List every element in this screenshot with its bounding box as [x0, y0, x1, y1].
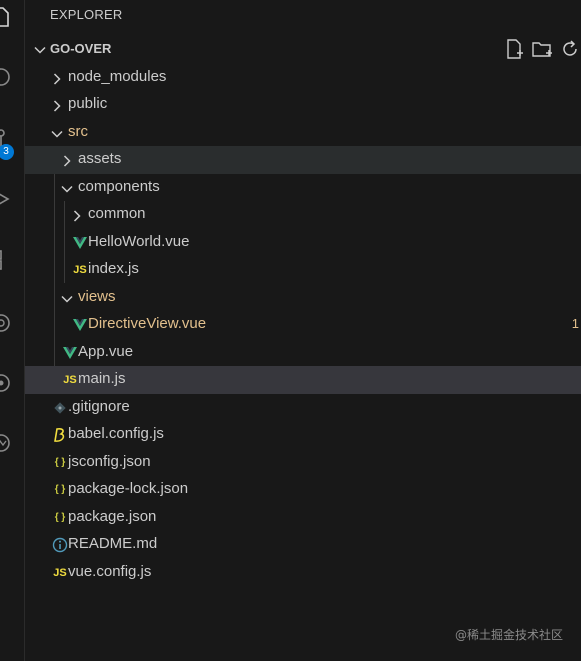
tree-folder-row[interactable]: views [25, 284, 581, 312]
search-icon[interactable] [0, 66, 12, 88]
tree-item-label: package-lock.json [68, 480, 189, 497]
tree-item-label: DirectiveView.vue [88, 315, 207, 332]
tree-item-label: HelloWorld.vue [88, 232, 190, 250]
tree-item-label: index.js [88, 260, 139, 277]
run-debug-icon[interactable] [0, 188, 12, 210]
tree-item-label: common [88, 205, 146, 222]
tree-item-label: components [78, 177, 160, 195]
file-tree: node_modulespublic src assets components com… [25, 64, 581, 587]
json-file-icon: { } [54, 456, 66, 468]
tree-item-label: App.vue [78, 342, 134, 360]
tree-file-row[interactable]: .gitignore [25, 394, 581, 422]
watermark: @稀土掘金技术社区 [454, 628, 563, 642]
tree-file-row[interactable]: README.md [25, 531, 581, 559]
git-file-icon [52, 400, 68, 416]
activity-bar: 3 [0, 0, 25, 661]
extensions-icon[interactable] [0, 248, 12, 270]
tree-item-label: babel.config.js [68, 425, 164, 442]
tree-item-label: jsconfig.json [68, 452, 151, 470]
tree-file-row[interactable]: App.vue [25, 339, 581, 367]
explorer-files-icon[interactable] [0, 6, 12, 28]
workspace-title: GO-OVER [50, 41, 112, 56]
json-file-icon: { } [54, 484, 66, 495]
tree-file-row[interactable]: DirectiveView.vue 1 [25, 311, 581, 339]
chevron-right-icon[interactable] [50, 98, 64, 112]
refresh-icon[interactable] [559, 38, 581, 60]
tree-folder-row[interactable]: assets [25, 146, 581, 174]
chevron-down-icon[interactable] [60, 181, 74, 195]
chevron-down-icon [33, 42, 47, 56]
new-folder-icon[interactable] [531, 38, 553, 60]
vue-file-icon [72, 317, 88, 333]
timeline-icon[interactable] [0, 432, 12, 454]
tree-folder-row[interactable]: src [25, 119, 581, 147]
tree-file-row[interactable]: { } jsconfig.json [25, 449, 581, 477]
explorer-sidebar: EXPLORER GO-OVER node_modulespublic src [25, 0, 581, 661]
tree-file-row[interactable]: JS vue.config.js [25, 559, 581, 587]
tree-folder-row[interactable]: common [25, 201, 581, 229]
json-file-icon: { } [54, 511, 66, 523]
chevron-right-icon[interactable] [60, 153, 74, 167]
tree-item-label: main.js [78, 370, 126, 387]
tree-item-label: assets [78, 150, 122, 167]
vscode-window: 3 EXPLORER GO-OVER node_modules public s… [0, 0, 581, 661]
chevron-down-icon[interactable] [60, 291, 74, 305]
testing-icon[interactable] [0, 372, 12, 394]
tree-file-row[interactable]: JS main.js [25, 366, 581, 394]
tree-file-row[interactable]: { } package.json [25, 504, 581, 532]
vue-file-icon [72, 235, 88, 251]
tree-file-row[interactable]: babel.config.js [25, 421, 581, 449]
workspace-section-header[interactable]: GO-OVER [25, 36, 581, 62]
vue-file-icon [62, 345, 78, 361]
new-file-icon[interactable] [503, 38, 525, 60]
tree-item-label: views [78, 287, 116, 305]
tree-file-row[interactable]: HelloWorld.vue [25, 229, 581, 257]
babel-file-icon [52, 427, 68, 443]
section-actions [503, 38, 581, 60]
chevron-right-icon[interactable] [50, 71, 64, 85]
source-control-badge: 3 [0, 144, 14, 160]
remote-explorer-icon[interactable] [0, 312, 12, 334]
chevron-down-icon[interactable] [50, 126, 64, 140]
tree-item-label: node_modules [68, 67, 167, 85]
js-file-icon: JS [63, 374, 77, 386]
tree-folder-row[interactable]: components [25, 174, 581, 202]
tree-file-row[interactable]: { } package-lock.json [25, 476, 581, 504]
tree-item-label: src [68, 122, 88, 140]
problem-count-badge: 1 [571, 316, 579, 331]
tree-item-label: package.json [68, 507, 157, 525]
tree-folder-row[interactable]: public [25, 91, 581, 119]
js-file-icon: JS [73, 264, 87, 276]
js-file-icon: JS [53, 566, 67, 579]
tree-file-row[interactable]: JS index.js [25, 256, 581, 284]
tree-folder-row[interactable]: node_modules [25, 64, 581, 92]
info-file-icon [52, 537, 68, 553]
tree-item-label: .gitignore [68, 397, 130, 415]
tree-item-label: public [68, 95, 108, 112]
tree-item-label: README.md [68, 535, 158, 552]
chevron-right-icon[interactable] [70, 208, 84, 222]
explorer-title: EXPLORER [50, 7, 123, 22]
tree-item-label: vue.config.js [68, 562, 152, 580]
